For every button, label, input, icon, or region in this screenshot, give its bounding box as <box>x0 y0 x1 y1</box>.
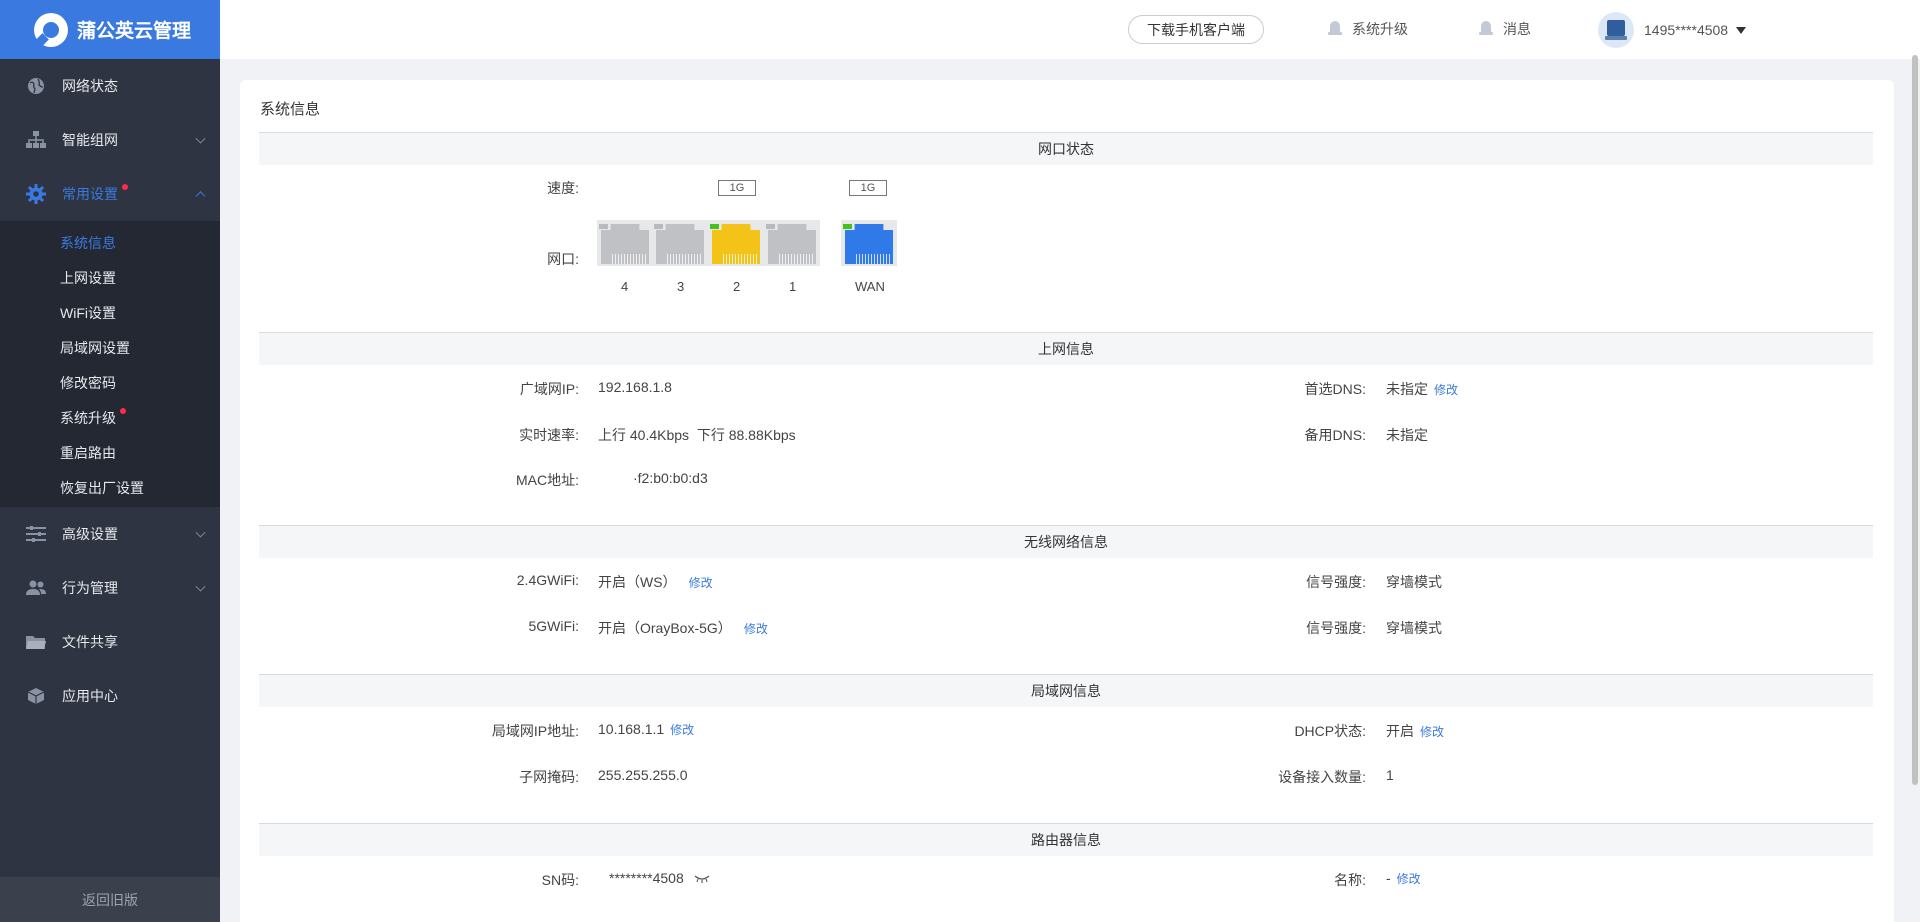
globe-icon <box>26 76 46 96</box>
nav-label: 网络状态 <box>62 78 118 94</box>
system-info-card: 系统信息 网口状态 <box>240 80 1894 922</box>
submenu-item-system-info[interactable]: 系统信息 <box>0 225 220 260</box>
chevron-down-icon <box>195 527 206 538</box>
nav-label: 行为管理 <box>62 580 118 596</box>
nav-item-advanced-settings[interactable]: 高级设置 <box>0 507 220 561</box>
nav-item-app-center[interactable]: 应用中心 <box>0 669 220 723</box>
submenu-item-factory-reset[interactable]: 恢复出厂设置 <box>0 470 220 505</box>
nav-item-network-status[interactable]: 网络状态 <box>0 59 220 113</box>
row-speed: 速度: <box>259 178 1873 198</box>
brand-logo-icon <box>34 12 68 47</box>
top-header: 下载手机客户端 系统升级 消息 1495****4508 <box>220 0 1920 59</box>
submenu-item-reboot[interactable]: 重启路由 <box>0 435 220 470</box>
users-icon <box>26 578 46 598</box>
nav-label: 智能组网 <box>62 132 118 148</box>
nav-item-common-settings[interactable]: 常用设置 <box>0 167 220 221</box>
user-name: 1495****4508 <box>1644 22 1729 38</box>
notification-dot <box>122 184 128 190</box>
network-icon <box>26 130 46 150</box>
bell-icon <box>1479 20 1493 38</box>
nav-item-smart-network[interactable]: 智能组网 <box>0 113 220 167</box>
speed-label: 速度: <box>547 180 579 196</box>
nav-label: 应用中心 <box>62 688 118 704</box>
brand-name: 蒲公英云管理 <box>77 21 192 42</box>
sidebar: 蒲公英云管理 网络状态 智能组网 常用设置 系统信息 上网设置 WiFi设置 局… <box>0 0 220 922</box>
chevron-down-icon <box>195 581 206 592</box>
gear-icon <box>26 184 46 204</box>
section-port-status: 网口状态 <box>259 132 1873 165</box>
scrollbar[interactable] <box>1912 55 1918 785</box>
page-title: 系统信息 <box>260 101 321 118</box>
cube-icon <box>26 686 46 706</box>
sliders-icon <box>26 524 46 544</box>
user-menu[interactable]: 1495****4508 <box>1598 12 1747 48</box>
upgrade-icon <box>1328 20 1342 38</box>
notification-dot <box>120 407 126 414</box>
nav-label: 常用设置 <box>62 186 118 202</box>
messages-link[interactable]: 消息 <box>1479 19 1531 39</box>
download-app-button[interactable]: 下载手机客户端 <box>1128 15 1264 44</box>
submenu-item-system-upgrade[interactable]: 系统升级 <box>0 400 220 435</box>
brand[interactable]: 蒲公英云管理 <box>0 0 220 59</box>
settings-submenu: 系统信息 上网设置 WiFi设置 局域网设置 修改密码 系统升级 重启路由 恢复… <box>0 221 220 507</box>
submenu-item-internet-settings[interactable]: 上网设置 <box>0 260 220 295</box>
back-to-old-version-button[interactable]: 返回旧版 <box>0 877 220 922</box>
nav-label: 文件共享 <box>62 634 118 650</box>
submenu-item-change-password[interactable]: 修改密码 <box>0 365 220 400</box>
chevron-down-icon <box>195 133 206 144</box>
nav-item-behavior-management[interactable]: 行为管理 <box>0 561 220 615</box>
avatar <box>1598 12 1634 48</box>
nav-item-file-share[interactable]: 文件共享 <box>0 615 220 669</box>
chevron-up-icon <box>195 191 206 202</box>
system-upgrade-link[interactable]: 系统升级 <box>1328 19 1408 39</box>
submenu-item-lan-settings[interactable]: 局域网设置 <box>0 330 220 365</box>
submenu-item-wifi-settings[interactable]: WiFi设置 <box>0 295 220 330</box>
nav-label: 高级设置 <box>62 526 118 542</box>
caret-down-icon <box>1736 26 1747 34</box>
folder-icon <box>26 632 46 652</box>
